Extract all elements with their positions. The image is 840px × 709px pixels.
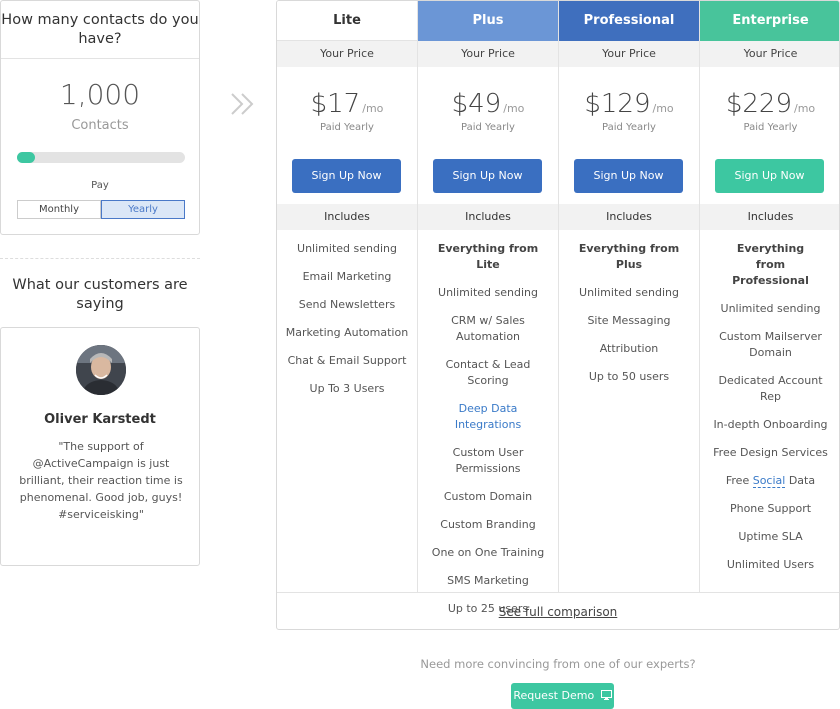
contacts-label: Contacts	[71, 118, 129, 133]
request-demo-button[interactable]: Request Demo	[511, 683, 614, 709]
feature-item: Free Design Services	[713, 446, 828, 459]
slider-fill[interactable]	[17, 152, 36, 163]
feature-item: In-depth Onboarding	[713, 418, 828, 431]
feature-item: Contact & Lead Scoring	[445, 358, 531, 387]
contacts-slider[interactable]	[17, 152, 185, 163]
feature-list: Everything from Professional Unlimited s…	[700, 241, 839, 585]
feature-item: Send Newsletters	[298, 298, 396, 311]
price-period: /mo	[794, 102, 816, 115]
your-price-label: Your Price	[559, 41, 699, 67]
plan-professional: Professional Your Price $129/mo Paid Yea…	[559, 1, 700, 592]
includes-label: Includes	[700, 204, 839, 230]
feature-list: Unlimited sending Email Marketing Send N…	[277, 241, 417, 409]
contacts-question: How many contacts do you have?	[1, 1, 199, 59]
feature-item: Site Messaging	[587, 314, 671, 327]
feature-item: Dedicated Account Rep	[718, 374, 823, 403]
plan-plus: Plus Your Price $49/mo Paid Yearly Sign …	[418, 1, 559, 615]
yearly-option[interactable]: Yearly	[101, 200, 185, 219]
monthly-option[interactable]: Monthly	[17, 200, 101, 219]
price-period: /mo	[503, 102, 525, 115]
testimonial-card: Oliver Karstedt "The support of @ActiveC…	[0, 327, 200, 566]
price-amount: $17	[310, 89, 361, 119]
feature-list: Everything from Plus Unlimited sending S…	[559, 241, 699, 397]
feature-item: One on One Training	[431, 546, 545, 559]
price-amount: $229	[725, 89, 792, 119]
plan-enterprise: Enterprise Your Price $229/mo Paid Yearl…	[700, 1, 839, 592]
pricing-table: Lite Your Price $17/mo Paid Yearly Sign …	[276, 0, 840, 630]
feature-item: CRM w/ Sales Automation	[451, 314, 525, 343]
pay-label: Pay	[91, 180, 109, 191]
feature-list: Everything from Lite Unlimited sending C…	[418, 241, 558, 629]
deep-data-integrations-link[interactable]: Deep Data Integrations	[418, 401, 558, 433]
billing-note: Paid Yearly	[320, 122, 374, 133]
monitor-icon	[600, 690, 612, 700]
customers-title: What our customers are saying	[12, 277, 188, 312]
includes-label: Includes	[277, 204, 417, 230]
price-row: $17/mo Paid Yearly	[277, 67, 417, 133]
chevron-right-icon	[230, 92, 256, 120]
your-price-label: Your Price	[418, 41, 558, 67]
billing-note: Paid Yearly	[461, 122, 515, 133]
feature-item: Unlimited sending	[297, 242, 397, 255]
feature-item: Marketing Automation	[285, 326, 409, 339]
includes-label: Includes	[418, 204, 558, 230]
contacts-panel: How many contacts do you have? 1,000 Con…	[0, 0, 200, 235]
price-amount: $49	[451, 89, 502, 119]
price-period: /mo	[362, 102, 384, 115]
comparison-row: See full comparison	[277, 592, 839, 629]
feature-item: Everything from Professional	[732, 242, 809, 287]
sign-up-button[interactable]: Sign Up Now	[715, 159, 824, 193]
feature-item: Attribution	[599, 342, 659, 355]
feature-item: Up To 3 Users	[309, 382, 385, 395]
your-price-label: Your Price	[700, 41, 839, 67]
feature-item: Free Social Data	[725, 474, 816, 488]
sign-up-button[interactable]: Sign Up Now	[433, 159, 542, 193]
feature-item: Uptime SLA	[738, 530, 803, 543]
feature-item: Custom Domain	[443, 490, 533, 503]
sign-up-button[interactable]: Sign Up Now	[574, 159, 683, 193]
billing-note: Paid Yearly	[743, 122, 798, 133]
testimonial-name: Oliver Karstedt	[44, 412, 156, 427]
plan-name: Professional	[559, 1, 699, 41]
feature-item: Chat & Email Support	[287, 354, 407, 367]
feature-item: SMS Marketing	[447, 574, 529, 587]
plan-lite: Lite Your Price $17/mo Paid Yearly Sign …	[277, 1, 418, 592]
contacts-count: 1,000	[59, 78, 141, 111]
feature-item: Unlimited sending	[720, 302, 821, 315]
price-row: $229/mo Paid Yearly	[700, 67, 839, 133]
feature-item: Custom Branding	[440, 518, 536, 531]
feature-item: Phone Support	[729, 502, 812, 515]
plan-name: Enterprise	[700, 1, 839, 41]
feature-item: Everything from Plus	[578, 242, 680, 271]
feature-item: Unlimited sending	[438, 286, 538, 299]
see-full-comparison-link[interactable]: See full comparison	[499, 605, 618, 619]
sign-up-button[interactable]: Sign Up Now	[292, 159, 401, 193]
convince-text: Need more convincing from one of our exp…	[420, 657, 696, 671]
billing-note: Paid Yearly	[602, 122, 656, 133]
feature-item: Unlimited sending	[579, 286, 679, 299]
plan-name: Plus	[418, 1, 558, 41]
feature-item: Up to 50 users	[588, 370, 670, 383]
request-demo-label: Request Demo	[513, 689, 595, 702]
price-amount: $129	[584, 89, 651, 119]
feature-item: Everything from Lite	[437, 242, 539, 271]
avatar	[76, 345, 126, 395]
feature-item: Email Marketing	[302, 270, 392, 283]
your-price-label: Your Price	[277, 41, 417, 67]
price-period: /mo	[652, 102, 674, 115]
testimonial-quote: "The support of @ActiveCampaign is just …	[19, 440, 183, 521]
billing-toggle: Monthly Yearly	[17, 200, 185, 219]
feature-item: Unlimited Users	[726, 558, 815, 571]
plan-name: Lite	[277, 1, 417, 41]
price-row: $129/mo Paid Yearly	[559, 67, 699, 133]
includes-label: Includes	[559, 204, 699, 230]
feature-item: Custom User Permissions	[452, 446, 524, 475]
feature-item: Custom Mailserver Domain	[719, 330, 822, 359]
price-row: $49/mo Paid Yearly	[418, 67, 558, 133]
divider	[0, 258, 200, 259]
